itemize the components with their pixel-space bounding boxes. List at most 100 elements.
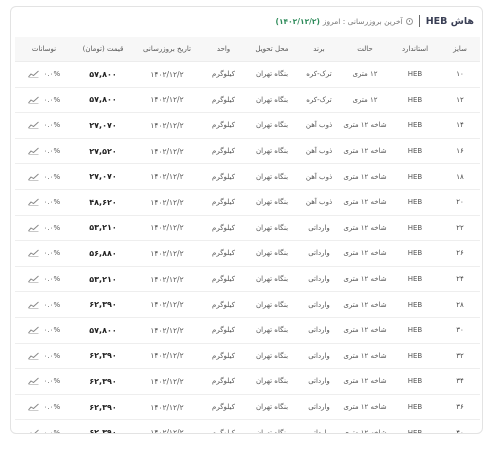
line-chart-icon[interactable]	[27, 173, 39, 181]
cell-date: ۱۴۰۲/۱۲/۲	[133, 368, 201, 395]
cell-unit: کیلوگرم	[201, 343, 246, 370]
line-chart-icon[interactable]	[27, 377, 39, 386]
cell-size: ۲۴	[440, 266, 480, 293]
cell-change: ۰.۰%	[15, 61, 73, 88]
cell-date: ۱۴۰۲/۱۲/۲	[133, 87, 201, 114]
column-header[interactable]: برند	[298, 37, 340, 62]
cell-unit: کیلوگرم	[201, 87, 246, 114]
cell-brand: ترک-کره	[298, 61, 340, 88]
cell-unit: کیلوگرم	[201, 266, 246, 293]
price-table: سایز استاندارد حالت برند محل تحویل واحد تاریخ …	[15, 37, 480, 434]
line-chart-icon[interactable]	[27, 121, 39, 130]
cell-price: ۲۷,۰۷۰	[73, 112, 133, 139]
cell-unit: کیلوگرم	[201, 138, 246, 165]
line-chart-icon[interactable]	[27, 249, 39, 258]
table-row[interactable]: ۱۶ HEB شاخه ۱۲ متری ذوب آهن بنگاه تهران کیلوگ…	[15, 138, 480, 165]
line-chart-icon[interactable]	[27, 70, 39, 79]
table-row[interactable]: ۱۸ HEB شاخه ۱۲ متری ذوب آهن بنگاه تهران کیلوگ…	[15, 163, 480, 190]
change-percent: ۰.۰%	[43, 326, 61, 335]
column-header[interactable]: تاریخ بروزرسانی	[133, 37, 201, 62]
change-percent: ۰.۰%	[43, 223, 61, 232]
table-row[interactable]: ۱۴ HEB شاخه ۱۲ متری ذوب آهن بنگاه تهران کیلوگ…	[15, 112, 480, 139]
cell-brand: وارداتی	[298, 394, 340, 421]
column-header[interactable]: نوسانات	[15, 37, 73, 62]
line-chart-icon[interactable]	[27, 96, 39, 104]
cell-price: ۶۲,۳۹۰	[73, 343, 133, 370]
cell-change: ۰.۰%	[15, 343, 73, 370]
cell-price: ۶۲,۳۹۰	[73, 419, 133, 433]
cell-standard: HEB	[390, 189, 440, 216]
price-card: هاش HEB آخرین بروزرسانی : امروز (۱۴۰۲/۱۲…	[10, 6, 483, 434]
table-row[interactable]: ۲۶ HEB شاخه ۱۲ متری وارداتی بنگاه تهران کیلوگ…	[15, 240, 480, 267]
cell-change: ۰.۰%	[15, 138, 73, 165]
cell-size: ۱۴	[440, 112, 480, 139]
cell-state: شاخه ۱۲ متری	[340, 317, 390, 344]
cell-brand: ذوب آهن	[298, 163, 340, 190]
cell-price: ۲۷,۰۷۰	[73, 163, 133, 190]
cell-delivery: بنگاه تهران	[246, 163, 298, 190]
cell-standard: HEB	[390, 87, 440, 114]
line-chart-icon[interactable]	[27, 403, 39, 411]
change-percent: ۰.۰%	[43, 172, 61, 181]
column-header[interactable]: سایز	[440, 37, 480, 62]
table-row[interactable]: ۴۰ HEB شاخه ۱۲ متری وارداتی بنگاه تهران کیلوگ…	[15, 419, 480, 434]
cell-standard: HEB	[390, 138, 440, 165]
table-row[interactable]: ۳۲ HEB شاخه ۱۲ متری وارداتی بنگاه تهران کیلوگ…	[15, 343, 480, 370]
line-chart-icon[interactable]	[27, 352, 39, 360]
table-row[interactable]: ۳۰ HEB شاخه ۱۲ متری وارداتی بنگاه تهران کیلوگ…	[15, 317, 480, 344]
cell-state: شاخه ۱۲ متری	[340, 419, 390, 433]
cell-price: ۵۷,۸۰۰	[73, 61, 133, 88]
cell-price: ۶۲,۳۹۰	[73, 394, 133, 421]
cell-size: ۳۶	[440, 394, 480, 421]
cell-standard: HEB	[390, 394, 440, 421]
cell-change: ۰.۰%	[15, 291, 73, 318]
table-row[interactable]: ۳۴ HEB شاخه ۱۲ متری وارداتی بنگاه تهران کیلوگ…	[15, 368, 480, 395]
cell-price: ۵۳,۲۱۰	[73, 266, 133, 293]
table-row[interactable]: ۱۰ HEB ۱۲ متری ترک-کره بنگاه تهران کیلوگرم ۱۴۰…	[15, 61, 480, 88]
cell-delivery: بنگاه تهران	[246, 419, 298, 433]
line-chart-icon[interactable]	[27, 198, 39, 207]
table-row[interactable]: ۲۲ HEB شاخه ۱۲ متری وارداتی بنگاه تهران کیلوگ…	[15, 215, 480, 242]
cell-date: ۱۴۰۲/۱۲/۲	[133, 189, 201, 216]
line-chart-icon[interactable]	[28, 429, 39, 434]
cell-price: ۵۳,۲۱۰	[73, 215, 133, 242]
column-header[interactable]: حالت	[340, 37, 390, 62]
cell-unit: کیلوگرم	[201, 215, 246, 242]
cell-size: ۱۸	[440, 163, 480, 190]
cell-date: ۱۴۰۲/۱۲/۲	[133, 163, 201, 190]
cell-brand: وارداتی	[298, 419, 340, 433]
cell-brand: ذوب آهن	[298, 112, 340, 139]
page-title: هاش HEB	[425, 15, 474, 27]
cell-unit: کیلوگرم	[201, 189, 246, 216]
line-chart-icon[interactable]	[27, 224, 39, 232]
cell-state: شاخه ۱۲ متری	[340, 291, 390, 318]
line-chart-icon[interactable]	[27, 275, 39, 283]
table-row[interactable]: ۳۶ HEB شاخه ۱۲ متری وارداتی بنگاه تهران کیلوگ…	[15, 394, 480, 421]
table-row[interactable]: ۲۸ HEB شاخه ۱۲ متری وارداتی بنگاه تهران کیلوگ…	[15, 291, 480, 318]
table-row[interactable]: ۱۲ HEB ۱۲ متری ترک-کره بنگاه تهران کیلوگرم ۱۴۰…	[15, 87, 480, 114]
line-chart-icon[interactable]	[27, 301, 39, 309]
column-header[interactable]: قیمت (تومان)	[73, 37, 133, 62]
cell-change: ۰.۰%	[15, 112, 73, 139]
cell-unit: کیلوگرم	[201, 368, 246, 395]
cell-delivery: بنگاه تهران	[246, 61, 298, 88]
cell-change: ۰.۰%	[15, 266, 73, 293]
cell-delivery: بنگاه تهران	[246, 138, 298, 165]
clock-icon	[405, 17, 413, 25]
cell-brand: وارداتی	[298, 240, 340, 267]
column-header[interactable]: استاندارد	[390, 37, 440, 62]
line-chart-icon[interactable]	[27, 326, 39, 335]
column-header[interactable]: واحد	[201, 37, 246, 62]
cell-unit: کیلوگرم	[201, 419, 246, 433]
table-row[interactable]: ۲۰ HEB شاخه ۱۲ متری ذوب آهن بنگاه تهران کیلوگ…	[15, 189, 480, 216]
change-percent: ۰.۰%	[43, 147, 61, 156]
cell-size: ۱۰	[440, 61, 480, 88]
cell-delivery: بنگاه تهران	[246, 112, 298, 139]
cell-standard: HEB	[390, 317, 440, 344]
column-header[interactable]: محل تحویل	[246, 37, 298, 62]
line-chart-icon[interactable]	[27, 147, 39, 155]
table-row[interactable]: ۲۴ HEB شاخه ۱۲ متری وارداتی بنگاه تهران کیلوگ…	[15, 266, 480, 293]
cell-date: ۱۴۰۲/۱۲/۲	[133, 240, 201, 267]
cell-date: ۱۴۰۲/۱۲/۲	[133, 317, 201, 344]
cell-brand: وارداتی	[298, 266, 340, 293]
